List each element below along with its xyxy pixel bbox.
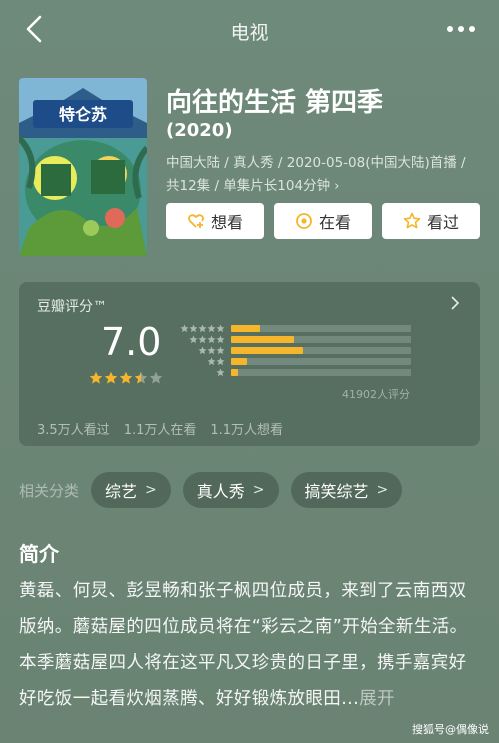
mini-star-icon xyxy=(207,335,216,344)
mini-star-icon xyxy=(207,324,216,333)
want-label: 想看 xyxy=(210,213,243,232)
distribution-bar xyxy=(231,336,294,343)
tag-comedy-variety[interactable]: 搞笑综艺 > xyxy=(290,472,403,508)
distribution-row xyxy=(179,367,411,378)
tag-reality[interactable]: 真人秀 > xyxy=(182,472,279,508)
tag-label: 综艺 xyxy=(105,482,138,501)
page-title: 电视 xyxy=(230,22,269,44)
want-to-watch-button[interactable]: 想看 xyxy=(166,203,264,239)
mini-star-icon xyxy=(207,346,216,355)
rating-score: 7.0 xyxy=(101,320,162,364)
mini-star-icon xyxy=(216,335,225,344)
distribution-row xyxy=(179,356,411,367)
watching-button[interactable]: 在看 xyxy=(274,203,372,239)
distribution-track xyxy=(231,358,411,365)
distribution-track xyxy=(231,336,411,343)
top-bar: 电视 xyxy=(0,0,499,58)
rating-star-icon xyxy=(119,371,133,384)
mini-star-icon xyxy=(216,368,225,377)
watching-label: 在看 xyxy=(318,213,351,232)
distribution-stars xyxy=(179,324,225,333)
poster-image[interactable]: 特仑苏 xyxy=(19,78,147,256)
rating-stats: 3.5万人看过 1.1万人在看 1.1万人想看 xyxy=(37,419,283,438)
watermark: 搜狐号@偶像说 xyxy=(412,723,489,736)
rating-star-icon xyxy=(89,371,103,384)
mini-star-icon xyxy=(216,346,225,355)
meta-chevron-icon: › xyxy=(334,178,340,194)
rating-stars xyxy=(89,371,163,385)
rating-star-icon xyxy=(149,371,163,384)
mini-star-icon xyxy=(216,324,225,333)
distribution-stars xyxy=(179,335,225,344)
watched-label: 看过 xyxy=(426,213,459,232)
rating-card[interactable]: 豆瓣评分™ 7.0 41902人评分 3.5万人看过 1.1万人在看 1.1万人… xyxy=(19,282,480,446)
tag-label: 搞笑综艺 xyxy=(304,482,369,501)
stat-want: 1.1万人想看 xyxy=(210,423,284,438)
heart-plus-icon xyxy=(188,214,204,228)
mini-star-icon xyxy=(189,335,198,344)
watching-circle-icon xyxy=(296,213,312,229)
intro-text: 黄磊、何炅、彭昱畅和张子枫四位成员，来到了云南西双版纳。蘑菇屋的四位成员将在“彩… xyxy=(19,573,483,717)
rating-star-icon xyxy=(134,371,148,384)
rating-label: 豆瓣评分™ xyxy=(37,299,107,315)
mini-star-icon xyxy=(207,357,216,366)
rating-count: 41902人评分 xyxy=(342,388,410,401)
chevron-right-icon: > xyxy=(376,482,389,498)
distribution-track xyxy=(231,369,411,376)
distribution-stars xyxy=(179,368,225,377)
watched-button[interactable]: 看过 xyxy=(382,203,480,239)
distribution-bar xyxy=(231,369,239,376)
distribution-stars xyxy=(179,357,225,366)
intro-body: 黄磊、何炅、彭昱畅和张子枫四位成员，来到了云南西双版纳。蘑菇屋的四位成员将在“彩… xyxy=(19,581,468,709)
mini-star-icon xyxy=(198,324,207,333)
distribution-row xyxy=(179,334,411,345)
distribution-row xyxy=(179,323,411,334)
stat-watching: 1.1万人在看 xyxy=(123,423,197,438)
mini-star-icon xyxy=(189,324,198,333)
distribution-bar xyxy=(231,358,248,365)
show-year: (2020) xyxy=(166,120,233,141)
more-options-icon[interactable] xyxy=(445,18,477,40)
expand-link[interactable]: 展开 xyxy=(359,689,395,709)
stat-watched: 3.5万人看过 xyxy=(37,423,110,438)
show-meta[interactable]: 中国大陆 / 真人秀 / 2020-05-08(中国大陆)首播 / 共12集 /… xyxy=(166,152,482,198)
distribution-row xyxy=(179,345,411,356)
rating-distribution xyxy=(179,323,411,378)
show-meta-text: 中国大陆 / 真人秀 / 2020-05-08(中国大陆)首播 / 共12集 /… xyxy=(166,155,466,194)
intro-title: 简介 xyxy=(19,542,59,566)
action-buttons: 想看 在看 看过 xyxy=(166,203,480,239)
rating-star-icon xyxy=(104,371,118,384)
distribution-bar xyxy=(231,325,260,332)
chevron-right-icon[interactable] xyxy=(448,293,462,313)
mini-star-icon xyxy=(198,346,207,355)
distribution-stars xyxy=(179,346,225,355)
star-outline-icon xyxy=(403,212,421,229)
mini-star-icon xyxy=(198,335,207,344)
mini-star-icon xyxy=(180,324,189,333)
mini-star-icon xyxy=(216,357,225,366)
tag-variety[interactable]: 综艺 > xyxy=(91,472,171,508)
tag-label: 真人秀 xyxy=(196,482,245,501)
chevron-right-icon: > xyxy=(145,482,157,498)
distribution-bar xyxy=(231,347,303,354)
poster-brand-text: 特仑苏 xyxy=(59,105,107,124)
related-categories: 相关分类 综艺 > 真人秀 > 搞笑综艺 > xyxy=(19,472,403,508)
chevron-right-icon: > xyxy=(252,482,265,498)
categories-label: 相关分类 xyxy=(19,481,80,500)
distribution-track xyxy=(231,325,411,332)
distribution-track xyxy=(231,347,411,354)
show-title: 向往的生活 第四季 xyxy=(166,88,384,118)
